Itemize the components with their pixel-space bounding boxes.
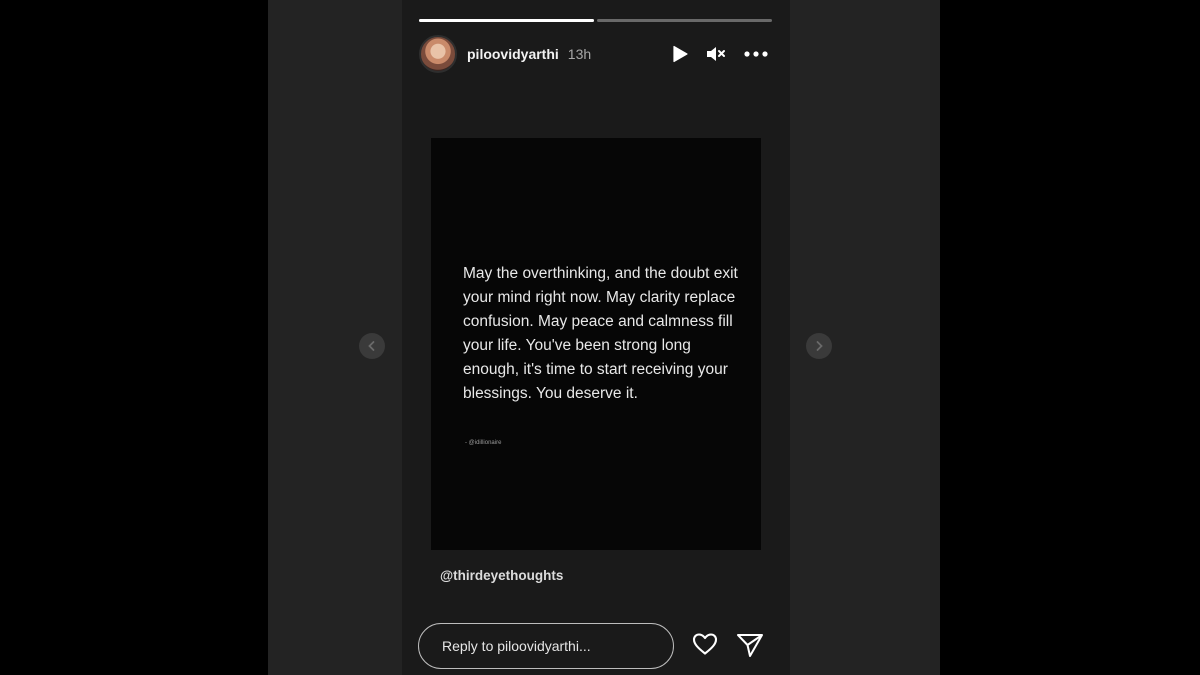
story-controls	[672, 45, 774, 63]
username[interactable]: piloovidyarthi	[467, 46, 559, 62]
next-story-button[interactable]	[806, 333, 832, 359]
story-header: piloovidyarthi 13h	[419, 35, 774, 73]
chevron-right-icon	[816, 341, 823, 351]
send-button[interactable]	[736, 632, 764, 663]
more-options-icon	[744, 51, 768, 57]
progress-segment	[597, 19, 772, 22]
more-options-button[interactable]	[744, 51, 768, 57]
mute-button[interactable]	[706, 45, 726, 63]
progress-fill	[419, 19, 594, 22]
story-panel: piloovidyarthi 13h May the overthinking,…	[402, 0, 790, 675]
avatar[interactable]	[419, 35, 457, 73]
post-time: 13h	[567, 46, 592, 62]
quote-text: May the overthinking, and the doubt exit…	[463, 265, 738, 402]
like-button[interactable]	[692, 632, 718, 661]
mention-sticker[interactable]: @thirdeyethoughts	[440, 568, 563, 583]
story-post-image: May the overthinking, and the doubt exit…	[431, 138, 761, 550]
play-icon	[673, 45, 688, 63]
story-progress-bar	[419, 19, 772, 22]
reply-placeholder: Reply to piloovidyarthi...	[442, 638, 591, 654]
muted-speaker-icon	[707, 47, 725, 61]
chevron-left-icon	[368, 341, 375, 351]
heart-icon	[692, 633, 718, 655]
send-icon	[737, 634, 763, 657]
quote-credit: - @idillionaire	[465, 440, 502, 446]
progress-segment	[419, 19, 594, 22]
play-button[interactable]	[672, 45, 688, 63]
reply-input[interactable]: Reply to piloovidyarthi...	[418, 623, 674, 669]
previous-story-button[interactable]	[359, 333, 385, 359]
